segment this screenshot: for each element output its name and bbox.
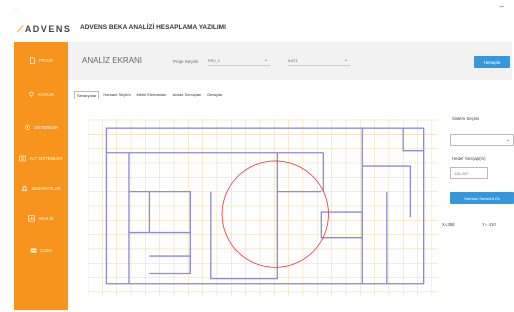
app-title: ADVENS BEKA ANALİZİ HESAPLAMA YAZILIMI [80, 24, 226, 31]
place-sensor-button[interactable]: Hamam Sensörü Ek [450, 192, 514, 204]
floor-plan-canvas[interactable] [88, 104, 438, 312]
tab-senaryolar[interactable]: Senaryolar [74, 91, 100, 99]
file-icon [29, 56, 36, 64]
sidebar-item-label: ÇIZIM [40, 247, 52, 253]
calculate-button[interactable]: Hesapla [474, 56, 510, 68]
toolbar: ANALİZ EKRANI Proje Seçimi PRJ_1 ⌄ KAT1 … [68, 42, 512, 78]
sidebar-item-label: KONUM [38, 91, 54, 97]
y-coordinate: Y= 410 [482, 222, 496, 227]
tab-hamam-secimi[interactable]: Hamam Seçimi [101, 91, 132, 99]
header-bar: ⟋ADVENS ADVENS BEKA ANALİZİ HESAPLAMA YA… [0, 14, 514, 42]
chevron-down-icon: ⌄ [263, 57, 268, 63]
chevron-down-icon: ⌄ [343, 57, 348, 63]
radius-input[interactable]: 116,347 [450, 167, 488, 179]
tab-bar: Senaryolar Hamam Seçimi Metin Elemanları… [74, 91, 224, 99]
drawing-icon [30, 247, 37, 254]
wall [210, 191, 278, 280]
tab-analiz-sonuclari[interactable]: Analiz Sonuçları [170, 91, 203, 99]
radius-label: Hedef Yarıçap(m) [452, 156, 486, 161]
sidebar-item-proje[interactable]: PROJE [14, 50, 68, 70]
tab-detaylar[interactable]: Detaylar [205, 91, 224, 99]
project-select-value: PRJ_1 [208, 58, 221, 63]
page-title: ANALİZ EKRANI [82, 56, 143, 65]
sidebar-item-sistemler[interactable]: SİSTEMLER [14, 117, 68, 137]
wall [402, 128, 424, 152]
sidebar-item-label: SENARYOLAR [31, 185, 61, 191]
sidebar-item-konum[interactable]: KONUM [14, 84, 68, 104]
bell-icon [21, 185, 28, 192]
window-menu-dot: · [15, 6, 17, 12]
list-icon [19, 155, 27, 162]
project-select[interactable]: PRJ_1 ⌄ [208, 56, 270, 66]
sidebar-item-label: SİSTEMLER [33, 124, 59, 130]
sidebar-item-senaryolar[interactable]: SENARYOLAR [14, 178, 68, 198]
grid-lines [88, 119, 438, 297]
sidebar: PROJE KONUM SİSTEMLER ALT SİSTEMLER SENA… [14, 42, 68, 310]
coverage-circle [221, 160, 329, 268]
tab-metin-elemanlari[interactable]: Metin Elemanları [134, 91, 168, 99]
system-select[interactable]: ⌄ [450, 134, 514, 146]
x-coordinate: X=358 [442, 222, 455, 227]
system-select-label: Sistem Seçimi [452, 116, 480, 121]
sidebar-item-alt-sistemler[interactable]: ALT SİSTEMLER [14, 148, 68, 168]
chart-icon [28, 214, 36, 222]
location-icon [28, 91, 35, 98]
brand-logo: ⟋ADVENS [17, 24, 72, 34]
sidebar-item-label: PROJE [38, 57, 54, 63]
project-select-label: Proje Seçimi [173, 59, 199, 64]
floor-select-value: KAT1 [288, 58, 298, 63]
floor-select[interactable]: KAT1 ⌄ [288, 56, 350, 66]
sidebar-item-label: ALT SİSTEMLER [29, 155, 63, 161]
sidebar-item-analiz[interactable]: ANALİZ [14, 208, 68, 228]
sidebar-item-label: ANALİZ [38, 215, 54, 221]
app-window: · – ⟋ADVENS ADVENS BEKA ANALİZİ HESAPLAM… [0, 0, 514, 312]
wall [149, 255, 192, 275]
sidebar-item-cizim[interactable]: ÇIZIM [14, 240, 68, 260]
chevron-down-icon: ⌄ [505, 137, 510, 143]
minimize-button[interactable]: – [500, 2, 504, 11]
settings-icon [24, 124, 31, 131]
